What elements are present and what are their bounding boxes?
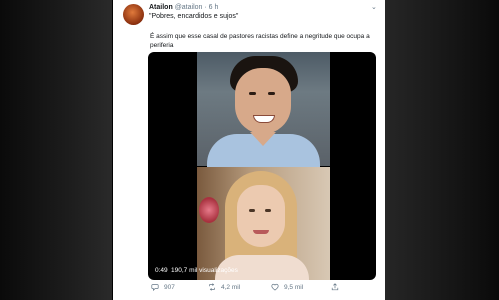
reply-count: 907	[164, 283, 175, 291]
video-frame-bottom	[197, 167, 330, 280]
avatar[interactable]	[123, 4, 144, 25]
tweet-text: É assim que esse casal de pastores racis…	[150, 33, 370, 49]
man-face	[235, 68, 291, 134]
display-name[interactable]: Atailon	[149, 4, 173, 11]
video-elapsed-time: 0:49	[155, 267, 168, 274]
video-player[interactable]: 0:49 190,7 mil visualizações	[148, 52, 376, 280]
separator: ·	[204, 4, 207, 11]
reply-icon	[151, 284, 159, 291]
tweet-actions: 907 4,2 mil 9,5 mil	[113, 283, 385, 295]
retweet-icon	[209, 283, 215, 291]
blurred-background-left	[0, 0, 112, 300]
flowers-decoration	[199, 197, 219, 223]
woman-mouth	[253, 230, 269, 234]
like-icon	[271, 283, 279, 291]
man-eye-right	[268, 92, 275, 95]
share-button[interactable]	[331, 283, 339, 291]
retweet-count: 4,2 mil	[221, 283, 241, 291]
like-button[interactable]: 9,5 mil	[271, 283, 303, 291]
blurred-background-right	[384, 0, 499, 300]
handle[interactable]: @atailon	[175, 4, 203, 11]
tweet-quote: "Pobres, encardidos e sujos"	[149, 13, 239, 20]
video-frame-top	[197, 52, 330, 174]
woman-eye-right	[265, 209, 271, 212]
tweet-header: Atailon @atailon · 6 h	[149, 4, 218, 11]
video-view-count: 190,7 mil visualizações	[171, 267, 238, 274]
timestamp[interactable]: 6 h	[209, 4, 219, 11]
tweet-card: Atailon @atailon · 6 h ⌄ "Pobres, encard…	[113, 0, 385, 300]
share-icon	[331, 283, 339, 291]
like-count: 9,5 mil	[284, 283, 304, 291]
reply-button[interactable]: 907	[151, 283, 175, 291]
man-eye-left	[249, 92, 256, 95]
woman-eye-left	[249, 209, 255, 212]
woman-face	[237, 185, 285, 247]
retweet-button[interactable]: 4,2 mil	[208, 283, 240, 291]
chevron-down-icon[interactable]: ⌄	[371, 3, 377, 11]
